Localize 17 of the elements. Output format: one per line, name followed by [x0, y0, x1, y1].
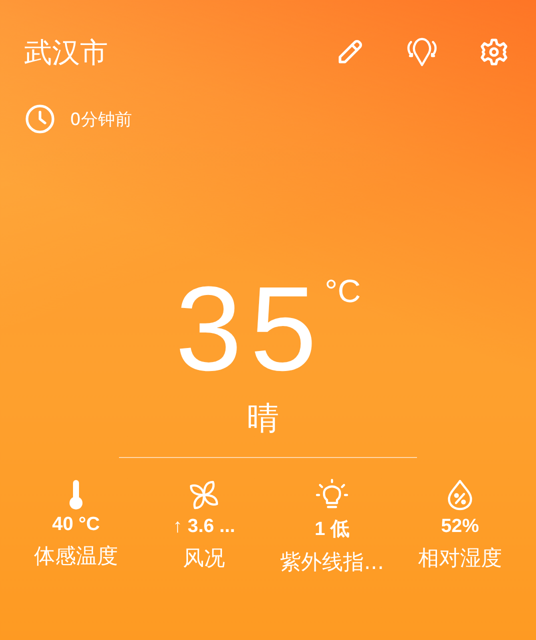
humidity-drop-icon — [446, 478, 474, 512]
city-name: 武汉市 — [24, 35, 109, 71]
stat-value: ↑ 3.6 ... — [172, 516, 236, 538]
stat-label: 相对湿度 — [418, 545, 502, 572]
stat-label: 紫外线指... — [280, 549, 384, 576]
stat-value: 40 °C — [52, 514, 100, 536]
stat-value: 52% — [440, 516, 480, 538]
clock-icon — [24, 103, 56, 135]
weather-condition: 晴 — [247, 398, 279, 439]
temperature: 35 — [175, 269, 325, 389]
temperature-unit: °C — [324, 273, 361, 310]
stat-value: 1 低 — [314, 518, 350, 542]
stat-label: 体感温度 — [34, 543, 118, 570]
settings-icon — [479, 37, 509, 67]
update-time: 0分钟前 — [70, 108, 132, 130]
pinwheel-icon — [187, 478, 221, 512]
stat-label: 风况 — [183, 545, 225, 572]
